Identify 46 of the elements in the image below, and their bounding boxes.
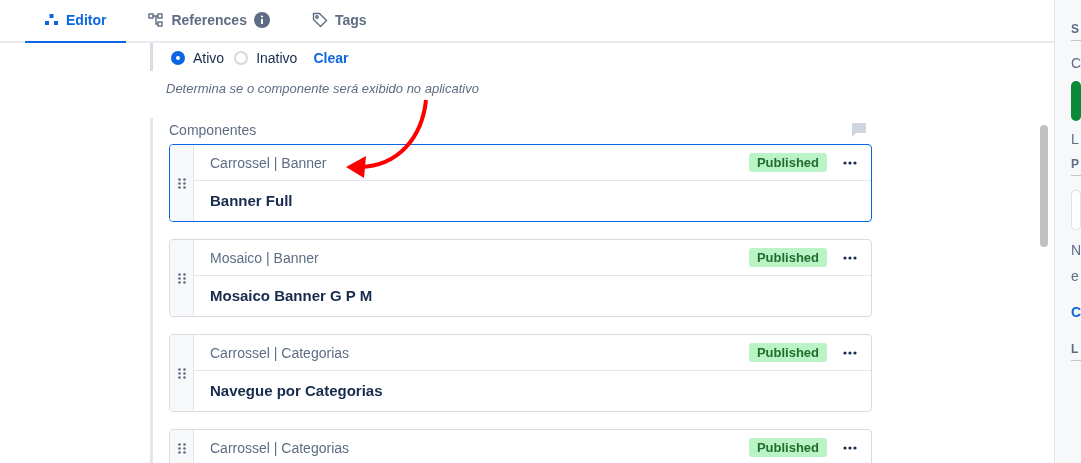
panel-heading: S bbox=[1070, 22, 1081, 41]
panel-text: L bbox=[1070, 131, 1080, 147]
input-field[interactable] bbox=[1070, 190, 1081, 230]
panel-button[interactable] bbox=[1070, 81, 1081, 121]
more-icon[interactable] bbox=[843, 350, 857, 355]
section-label: Componentes bbox=[169, 122, 257, 138]
panel-text: N bbox=[1070, 242, 1081, 258]
clear-link[interactable]: Clear bbox=[313, 49, 349, 66]
component-card[interactable]: Mosaico | Banner Published Mosaico Banner G P M bbox=[169, 239, 872, 317]
radio-label[interactable]: Ativo bbox=[193, 49, 225, 66]
status-badge: Published bbox=[748, 153, 827, 172]
status-badge: Published bbox=[748, 343, 827, 362]
component-card[interactable]: Carrossel | Categorias Published Navegue por Categorias bbox=[169, 334, 872, 412]
more-icon[interactable] bbox=[843, 445, 857, 450]
component-title: Navegue por Categorias bbox=[209, 381, 384, 401]
panel-heading: P bbox=[1070, 157, 1081, 176]
status-badge: Published bbox=[748, 438, 827, 457]
tab[interactable]: References bbox=[128, 0, 290, 43]
tag-icon bbox=[311, 11, 328, 28]
scrollbar-thumb[interactable] bbox=[1039, 125, 1048, 247]
component-card[interactable]: Carrossel | Categorias Published bbox=[169, 429, 872, 463]
radio-label[interactable]: Inativo bbox=[256, 49, 298, 66]
drag-handle-icon[interactable] bbox=[177, 442, 186, 454]
tab[interactable]: Tags bbox=[291, 0, 387, 43]
panel-text: e bbox=[1070, 268, 1080, 284]
more-icon[interactable] bbox=[843, 255, 857, 260]
component-type: Carrossel | Categorias bbox=[210, 439, 351, 456]
hierarchy-icon bbox=[148, 12, 165, 27]
drag-handle-icon[interactable] bbox=[177, 272, 186, 284]
more-icon[interactable] bbox=[843, 160, 857, 165]
tab[interactable]: Editor bbox=[25, 0, 127, 43]
field-hint: Determina se o componente será exibido no aplicativo bbox=[165, 80, 480, 96]
panel-heading: L bbox=[1070, 342, 1081, 361]
drag-handle-icon[interactable] bbox=[177, 367, 186, 379]
component-type: Carrossel | Banner bbox=[210, 154, 328, 171]
component-card[interactable]: Carrossel | Banner Published Banner Full bbox=[169, 144, 872, 222]
status-badge: Published bbox=[748, 248, 827, 267]
panel-text: C bbox=[1070, 55, 1081, 71]
component-title: Banner Full bbox=[209, 191, 294, 211]
blocks-icon bbox=[45, 13, 59, 26]
component-type: Mosaico | Banner bbox=[210, 249, 320, 266]
component-type: Carrossel | Categorias bbox=[210, 344, 351, 361]
component-title: Mosaico Banner G P M bbox=[209, 286, 374, 306]
panel-link[interactable]: C bbox=[1070, 304, 1081, 320]
drag-handle-icon[interactable] bbox=[177, 177, 186, 189]
radio-button[interactable] bbox=[171, 50, 185, 65]
